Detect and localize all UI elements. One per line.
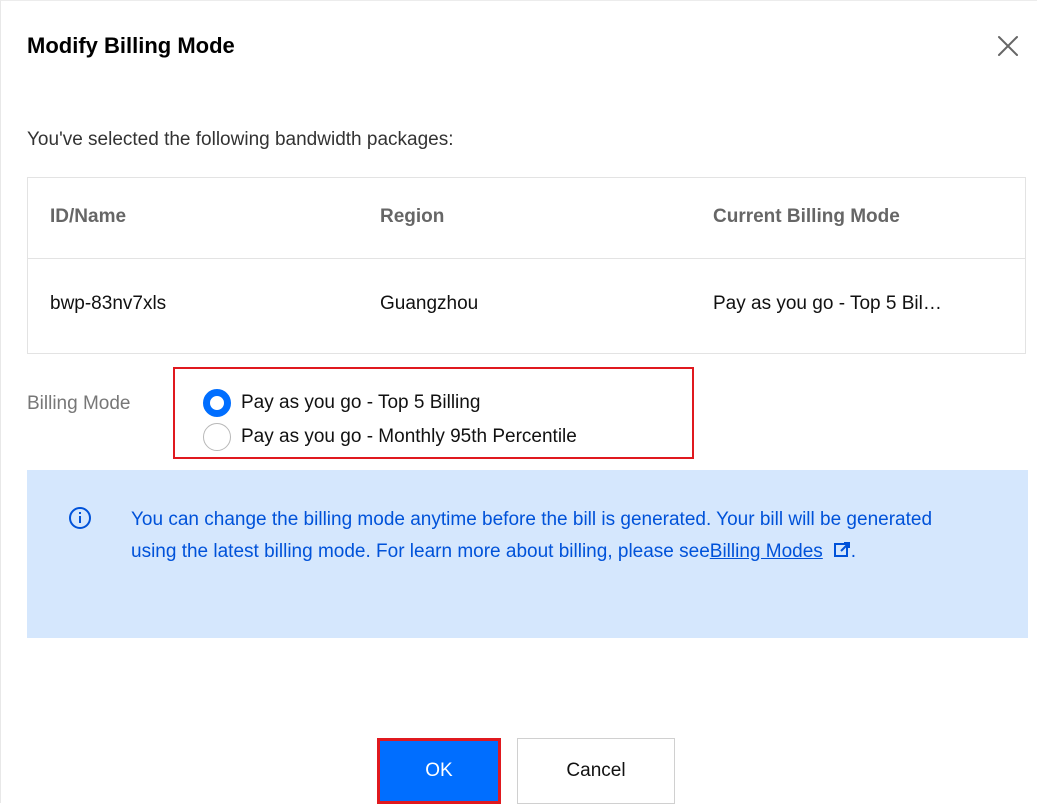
info-icon (69, 507, 91, 529)
radio-checked-icon[interactable] (203, 389, 231, 417)
radio-label-monthly-95th: Pay as you go - Monthly 95th Percentile (241, 426, 577, 447)
radio-unchecked-icon[interactable] (203, 423, 231, 451)
info-message-suffix: . (850, 541, 857, 562)
cancel-button[interactable]: Cancel (517, 738, 675, 804)
info-message: You can change the billing mode anytime … (131, 504, 951, 568)
table-row: bwp-83nv7xls Guangzhou Pay as you go - T… (28, 258, 1025, 353)
modify-billing-mode-dialog: Modify Billing Mode You've selected the … (0, 0, 1037, 804)
table-header-row: ID/Name Region Current Billing Mode (28, 178, 1025, 259)
column-header-id-name: ID/Name (50, 206, 127, 227)
billing-modes-link[interactable]: Billing Modes (710, 541, 823, 562)
cell-id-name: bwp-83nv7xls (50, 293, 167, 314)
radio-option-top5-billing[interactable]: Pay as you go - Top 5 Billing (203, 389, 480, 417)
info-banner: You can change the billing mode anytime … (27, 470, 1028, 638)
close-icon (998, 36, 1018, 56)
radio-option-monthly-95th[interactable]: Pay as you go - Monthly 95th Percentile (203, 423, 577, 451)
cell-region: Guangzhou (380, 293, 479, 314)
external-link-icon[interactable] (833, 541, 851, 559)
bandwidth-packages-table: ID/Name Region Current Billing Mode bwp-… (27, 177, 1026, 354)
close-button[interactable] (993, 31, 1023, 61)
column-header-region: Region (380, 206, 445, 227)
billing-mode-radio-group: Pay as you go - Top 5 Billing Pay as you… (173, 367, 694, 459)
cell-current-billing-mode: Pay as you go - Top 5 Bil… (713, 293, 942, 314)
selection-intro-text: You've selected the following bandwidth … (27, 129, 454, 150)
billing-mode-label: Billing Mode (27, 393, 131, 414)
column-header-current-billing-mode: Current Billing Mode (713, 206, 900, 227)
dialog-title: Modify Billing Mode (27, 33, 235, 58)
ok-button[interactable]: OK (377, 738, 501, 804)
radio-label-top5-billing: Pay as you go - Top 5 Billing (241, 392, 481, 413)
